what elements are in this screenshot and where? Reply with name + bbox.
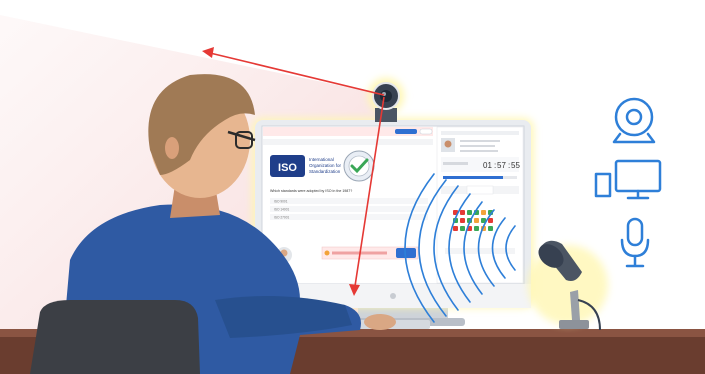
microphone-icon	[620, 217, 650, 268]
warning-icon	[324, 250, 330, 256]
chair	[30, 300, 200, 374]
header-secondary-button[interactable]	[419, 128, 433, 135]
timer-hours: 01	[483, 161, 492, 170]
certified-seal-icon	[343, 150, 375, 182]
iso-logo-abbr: ISO	[278, 162, 297, 174]
timer-minutes: 57	[497, 161, 506, 170]
answer-row-2[interactable]	[270, 206, 428, 212]
iso-name-line-1: International	[309, 157, 334, 162]
proctoring-illustration: ISO International Organization for Stand…	[0, 0, 705, 374]
webcam-icon	[612, 97, 656, 144]
svg-text:ISO 14001: ISO 14001	[274, 208, 289, 212]
scene-svg: ISO International Organization for Stand…	[0, 15, 705, 374]
answer-row-3[interactable]	[270, 214, 428, 220]
desk-microphone	[528, 240, 608, 331]
answer-row-1[interactable]	[270, 198, 428, 204]
svg-text:ISO 27001: ISO 27001	[274, 216, 289, 220]
header-primary-button[interactable]	[395, 129, 417, 134]
timer-seconds: 55	[511, 161, 520, 170]
svg-text::: :	[508, 161, 510, 170]
iso-name-line-3: Standardization	[309, 169, 341, 174]
exam-progress-bar	[443, 176, 503, 179]
question-text: Which standards were adopted by ISO in t…	[270, 189, 352, 193]
sidebar-tab-active[interactable]	[466, 185, 494, 195]
svg-text::: :	[494, 161, 496, 170]
svg-text:ISO 9001: ISO 9001	[274, 200, 288, 204]
desktop-computer-icon	[594, 159, 662, 200]
iso-name-line-2: Organization for	[309, 163, 342, 168]
